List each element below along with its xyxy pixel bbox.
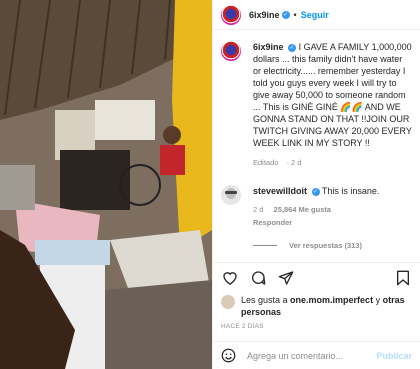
author-username[interactable]: 6ix9ine — [249, 10, 280, 20]
replies-divider — [253, 245, 277, 246]
separator-dot: • — [293, 9, 297, 20]
comment-age: 2 d — [253, 205, 264, 214]
smiley-icon[interactable] — [221, 348, 237, 364]
comment-composer: Publicar — [213, 341, 420, 369]
follow-button[interactable]: Seguir — [301, 10, 329, 20]
comment-likes[interactable]: 25,864 Me gusta — [274, 205, 332, 214]
send-icon[interactable] — [277, 269, 295, 287]
liker-avatar[interactable] — [221, 295, 235, 309]
comment-text: This is insane. — [321, 186, 380, 196]
author-avatar[interactable] — [221, 4, 241, 25]
verified-badge-icon: ✓ — [281, 10, 290, 19]
post-side-panel: 6ix9ine ✓ • Seguir 6ix9ine ✓ I GAVE A FA… — [212, 0, 420, 369]
bookmark-icon[interactable] — [394, 269, 412, 287]
post-video-frame — [0, 0, 212, 369]
heart-icon[interactable] — [221, 269, 239, 287]
publish-button[interactable]: Publicar — [376, 351, 412, 361]
commenter-username[interactable]: stevewilldoit — [253, 186, 307, 196]
comment-input[interactable] — [247, 350, 377, 361]
likes-prefix: Les gusta a — [241, 295, 291, 305]
post-caption: 6ix9ine ✓ I GAVE A FAMILY 1,000,000 doll… — [253, 41, 412, 149]
edited-label: Editado — [253, 158, 279, 167]
comment-icon[interactable] — [249, 269, 267, 287]
view-replies-button[interactable]: Ver respuestas (313) — [253, 241, 412, 250]
post-media[interactable] — [0, 0, 212, 369]
comment-body: stevewilldoit ✓ This is insane. — [253, 185, 412, 197]
caption-text: I GAVE A FAMILY 1,000,000 dollars ... th… — [253, 42, 412, 148]
likes-middle: y — [373, 295, 383, 305]
commenter-verified-icon: ✓ — [311, 187, 320, 196]
liker-username[interactable]: one.mom.imperfect — [290, 295, 373, 305]
post-date[interactable]: HACE 2 DÍAS — [221, 323, 264, 330]
caption-row: 6ix9ine ✓ I GAVE A FAMILY 1,000,000 doll… — [221, 41, 412, 167]
comment-item: stevewilldoit ✓ This is insane. 2 d 25,8… — [221, 185, 412, 227]
likes-summary: Les gusta a one.mom.imperfect y otras pe… — [221, 294, 412, 318]
post-actions — [213, 262, 420, 292]
caption-meta: Editado · 2 d — [253, 158, 302, 167]
caption-verified-icon: ✓ — [288, 43, 297, 52]
caption-author-avatar[interactable] — [221, 41, 241, 61]
commenter-avatar[interactable] — [221, 185, 241, 205]
view-replies-label: Ver respuestas (313) — [289, 241, 362, 250]
reply-button[interactable]: Responder — [253, 218, 412, 227]
caption-username[interactable]: 6ix9ine — [253, 42, 284, 52]
comment-meta: 2 d 25,864 Me gusta — [253, 205, 412, 214]
post-header: 6ix9ine ✓ • Seguir — [213, 0, 420, 30]
comments-section[interactable]: 6ix9ine ✓ I GAVE A FAMILY 1,000,000 doll… — [213, 31, 420, 261]
caption-age: 2 d — [290, 158, 302, 167]
